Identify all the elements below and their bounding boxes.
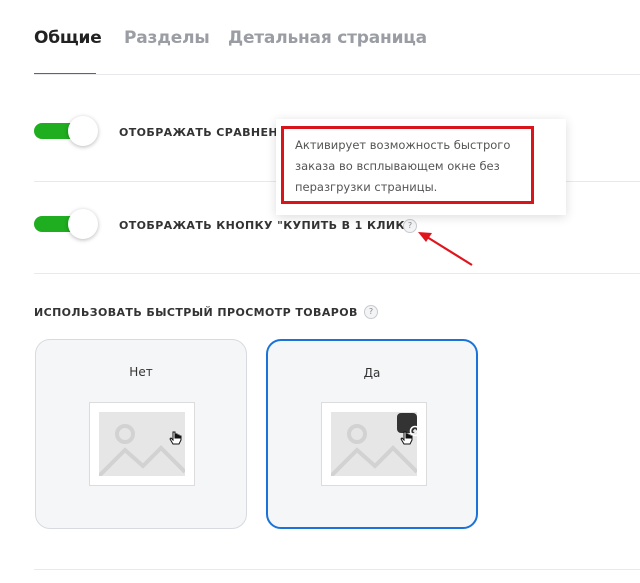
- option-label: Да: [363, 366, 381, 380]
- toggle-knob: [68, 116, 98, 146]
- option-divider: [34, 273, 640, 274]
- one-click-option-label: ОТОБРАЖАТЬ КНОПКУ "КУПИТЬ В 1 КЛИК": [119, 219, 412, 232]
- image-placeholder: [321, 402, 427, 486]
- tooltip-text: Активирует возможность быстрого заказа в…: [295, 138, 511, 194]
- option-label: Нет: [129, 365, 153, 379]
- tab-general[interactable]: Общие: [34, 28, 102, 48]
- compare-toggle[interactable]: [34, 116, 98, 146]
- zoom-button[interactable]: [397, 413, 422, 438]
- pointer-hand-icon: [400, 431, 413, 445]
- quick-view-help-icon[interactable]: ?: [364, 305, 378, 319]
- one-click-help-icon[interactable]: ?: [403, 219, 417, 233]
- tabs-divider: [34, 74, 640, 75]
- quick-view-option-no[interactable]: Нет: [35, 339, 247, 529]
- quick-view-option-yes[interactable]: Да: [266, 339, 478, 529]
- one-click-toggle[interactable]: [34, 209, 98, 239]
- section-divider: [34, 569, 640, 570]
- image-placeholder: [89, 402, 195, 486]
- toggle-knob: [68, 209, 98, 239]
- pointer-hand-icon: [169, 431, 182, 445]
- quick-view-title: ИСПОЛЬЗОВАТЬ БЫСТРЫЙ ПРОСМОТР ТОВАРОВ: [34, 306, 358, 319]
- tab-sections[interactable]: Разделы: [124, 28, 210, 48]
- tab-detail-page[interactable]: Детальная страница: [228, 28, 427, 48]
- help-tooltip: Активирует возможность быстрого заказа в…: [276, 119, 566, 215]
- compare-option-label: ОТОБРАЖАТЬ СРАВНЕНИЕ: [119, 126, 296, 139]
